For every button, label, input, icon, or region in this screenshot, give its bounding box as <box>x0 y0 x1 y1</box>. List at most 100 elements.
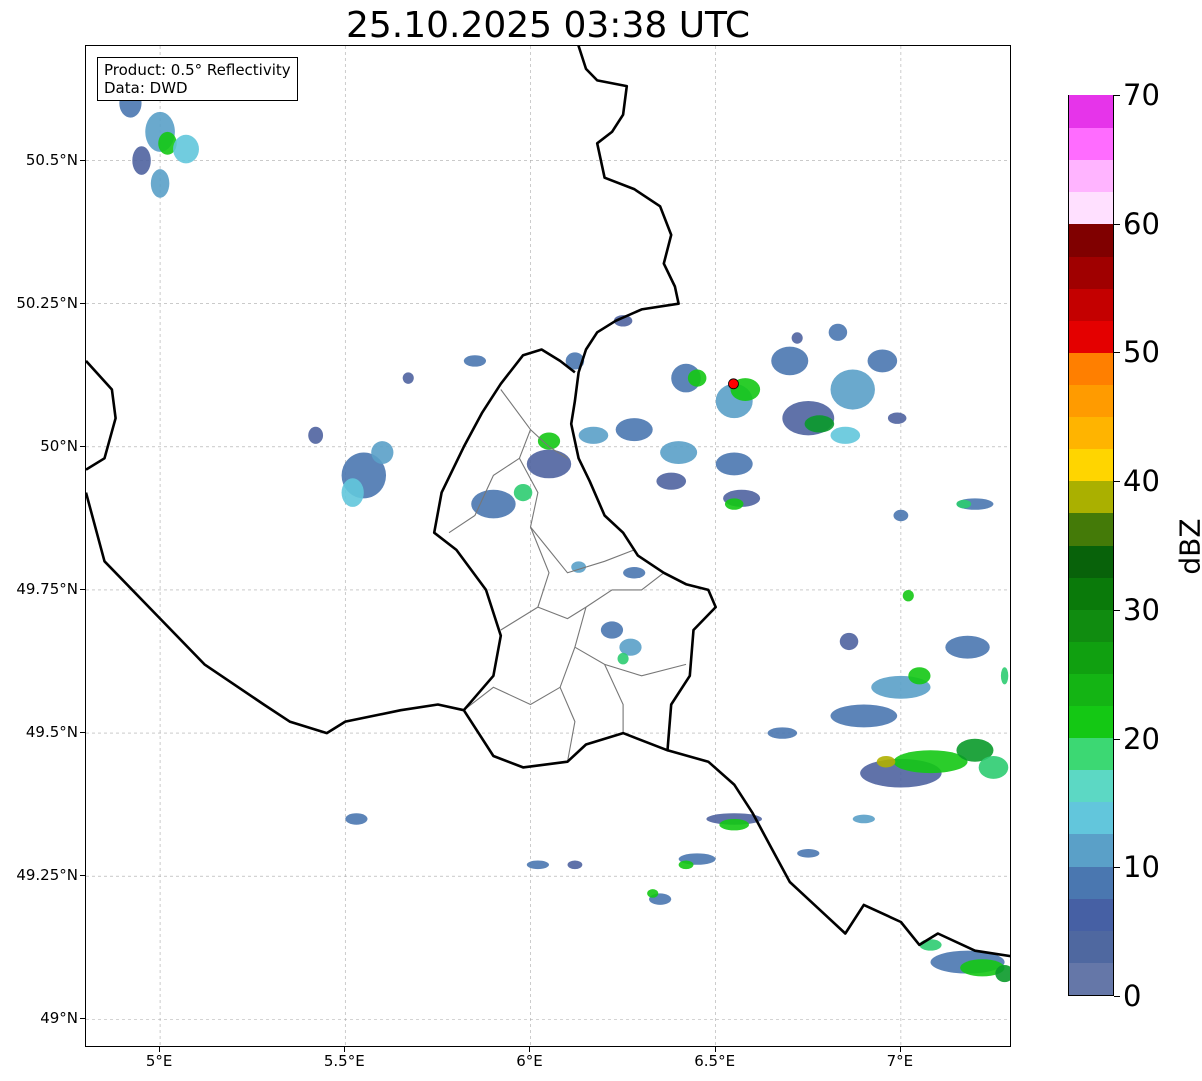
lat-tick-label: 49.5°N <box>25 723 78 742</box>
radar-echo <box>1000 667 1009 685</box>
radar-echo <box>908 667 931 685</box>
lat-tick-label: 49.75°N <box>16 579 78 598</box>
lon-tick-mark <box>899 1047 901 1052</box>
colorbar-tick-label: 50 <box>1123 335 1160 370</box>
lat-tick-mark <box>80 159 85 161</box>
radar-echo <box>617 652 629 665</box>
radar-echo <box>371 441 394 464</box>
colorbar-segment <box>1069 769 1113 803</box>
radar-echo <box>830 426 861 444</box>
colorbar-tick-mark <box>1114 95 1120 96</box>
radar-site-marker <box>728 378 739 390</box>
radar-echo <box>341 478 364 507</box>
lat-tick-mark <box>80 732 85 734</box>
radar-echo <box>830 704 898 728</box>
radar-echo <box>852 814 875 824</box>
radar-echo <box>830 369 875 410</box>
radar-echo <box>656 472 687 490</box>
regional-border <box>559 687 576 762</box>
radar-echo <box>687 369 707 387</box>
lon-tick-label: 6.5°E <box>694 1052 736 1070</box>
radar-echo <box>797 849 820 858</box>
colorbar-segment <box>1069 577 1113 610</box>
map-canvas <box>86 46 1010 1046</box>
colorbar-segment <box>1069 641 1113 674</box>
lat-tick-label: 49.25°N <box>16 866 78 885</box>
radar-echo <box>615 418 653 442</box>
colorbar-segment <box>1069 609 1113 642</box>
colorbar-segment <box>1069 127 1113 161</box>
colorbar-tick-mark <box>1114 481 1120 483</box>
lon-tick-label: 5°E <box>145 1052 173 1070</box>
national-border <box>432 348 576 712</box>
lon-tick-label: 6°E <box>516 1052 543 1070</box>
colorbar <box>1068 95 1114 996</box>
regional-border <box>463 606 587 711</box>
colorbar-tick-label: 0 <box>1123 979 1142 1013</box>
colorbar-tick-label: 10 <box>1123 850 1160 885</box>
map-title: 25.10.2025 03:38 UTC <box>345 5 751 46</box>
colorbar-segment <box>1069 673 1113 707</box>
colorbar-segment <box>1069 801 1113 835</box>
radar-echo <box>978 755 1009 779</box>
colorbar-segment <box>1069 833 1113 867</box>
radar-echo <box>804 415 835 433</box>
radar-echo <box>150 169 170 198</box>
colorbar-segment <box>1069 384 1113 418</box>
colorbar-segment <box>1069 544 1113 578</box>
radar-echo <box>771 346 809 376</box>
national-border <box>86 360 117 471</box>
lat-tick-label: 50.25°N <box>16 293 78 312</box>
radar-echo <box>724 498 744 510</box>
radar-echo <box>623 567 646 579</box>
colorbar-segment <box>1069 95 1113 129</box>
colorbar-segment <box>1069 705 1113 739</box>
radar-echo <box>567 860 583 870</box>
radar-echo <box>767 727 798 739</box>
lon-tick-mark <box>159 1047 161 1052</box>
lon-tick-mark <box>344 1047 346 1052</box>
colorbar-segment <box>1069 352 1113 385</box>
colorbar-segment <box>1069 255 1113 289</box>
radar-echo <box>715 452 753 476</box>
radar-echo <box>678 860 694 870</box>
radar-echo <box>660 441 698 464</box>
radar-echo <box>173 134 199 164</box>
radar-echo <box>956 499 972 509</box>
radar-echo <box>647 889 659 898</box>
colorbar-segment <box>1069 737 1113 771</box>
lat-tick-mark <box>80 302 85 304</box>
regional-border <box>537 572 665 620</box>
lat-tick-mark <box>80 1018 85 1020</box>
colorbar-segment <box>1069 288 1113 321</box>
radar-echo <box>867 349 898 373</box>
lon-tick-mark <box>714 1047 716 1052</box>
colorbar-segment <box>1069 416 1113 450</box>
radar-echo <box>526 860 549 870</box>
radar-echo <box>402 372 414 384</box>
radar-echo <box>132 146 151 175</box>
colorbar-segment <box>1069 865 1113 899</box>
colorbar-tick-mark <box>1114 738 1120 740</box>
regional-border <box>500 526 550 631</box>
colorbar-segment <box>1069 962 1113 995</box>
radar-map[interactable] <box>85 45 1011 1047</box>
lat-tick-label: 49°N <box>40 1009 78 1028</box>
colorbar-segment <box>1069 930 1113 963</box>
colorbar-segment <box>1069 320 1113 353</box>
colorbar-tick-mark <box>1114 609 1120 611</box>
radar-echo <box>893 750 968 774</box>
colorbar-tick-label: 30 <box>1123 592 1160 627</box>
radar-echo <box>876 755 896 768</box>
radar-echo <box>902 589 914 602</box>
radar-echo <box>308 426 324 444</box>
radar-echo <box>578 426 609 444</box>
colorbar-segment <box>1069 512 1113 546</box>
colorbar-segment <box>1069 898 1113 931</box>
colorbar-tick-mark <box>1114 352 1120 354</box>
radar-echo <box>791 332 803 344</box>
radar-echo <box>513 484 533 502</box>
radar-echo <box>828 323 848 341</box>
radar-echo <box>893 509 909 522</box>
product-label: Product: 0.5° Reflectivity <box>104 61 291 79</box>
